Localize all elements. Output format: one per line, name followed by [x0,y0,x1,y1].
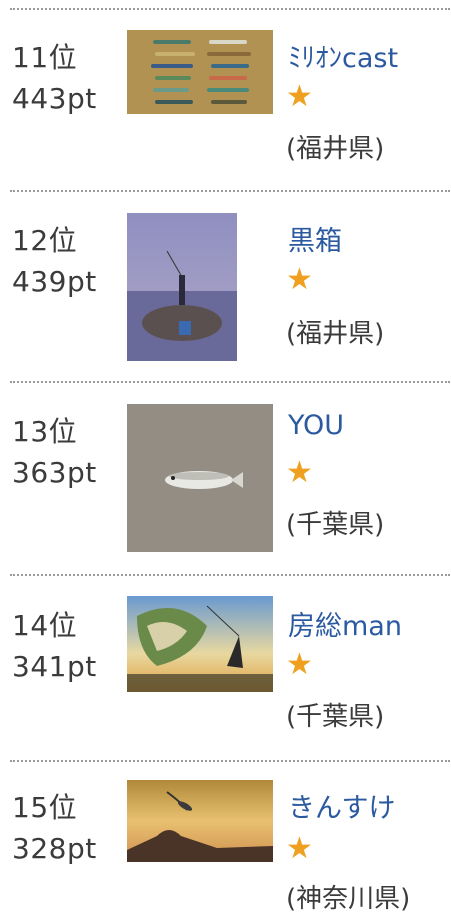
divider [10,8,450,10]
points-label: 363pt [12,456,97,489]
user-photo[interactable] [127,30,273,140]
prefecture-label: (千葉県) [286,510,385,540]
divider [10,381,450,383]
points-label: 341pt [12,650,97,683]
prefecture-label: (千葉県) [286,702,385,732]
ranking-row[interactable]: 15位 328pt きんすけ ★ (神奈川県) [0,776,451,920]
points-label: 443pt [12,82,97,115]
divider [10,760,450,762]
points-label: 439pt [12,265,97,298]
user-photo[interactable] [127,596,273,692]
divider [10,574,450,576]
star-icon: ★ [286,647,313,682]
user-photo[interactable] [127,404,273,552]
prefecture-label: (福井県) [286,319,385,349]
rank-label: 12位 [12,224,78,257]
rank-label: 14位 [12,609,78,642]
points-label: 328pt [12,832,97,865]
prefecture-label: (神奈川県) [286,884,411,914]
rank-label: 11位 [12,41,78,74]
user-name-link[interactable]: YOU [288,410,344,441]
prefecture-label: (福井県) [286,134,385,164]
user-name-link[interactable]: 黒箱 [288,219,342,258]
ranking-row[interactable]: 13位 363pt YOU ★ (千葉県) [0,398,451,573]
user-photo[interactable] [127,213,237,361]
ranking-row[interactable]: 14位 341pt 房総man ★ (千葉県) [0,590,451,760]
rank-label: 13位 [12,415,78,448]
user-name-link[interactable]: 房総man [288,604,402,643]
star-icon: ★ [286,831,313,866]
ranking-row[interactable]: 12位 439pt 黒箱 ★ (福井県) [0,205,451,380]
star-icon: ★ [286,79,313,114]
ranking-row[interactable]: 11位 443pt ﾐﾘｵﾝcast ★ (福井県) [0,26,451,191]
star-icon: ★ [286,455,313,490]
divider [10,190,450,192]
star-icon: ★ [286,262,313,297]
rank-label: 15位 [12,791,78,824]
user-name-link[interactable]: ﾐﾘｵﾝcast [288,36,398,75]
user-photo[interactable] [127,780,273,862]
user-name-link[interactable]: きんすけ [288,786,395,825]
